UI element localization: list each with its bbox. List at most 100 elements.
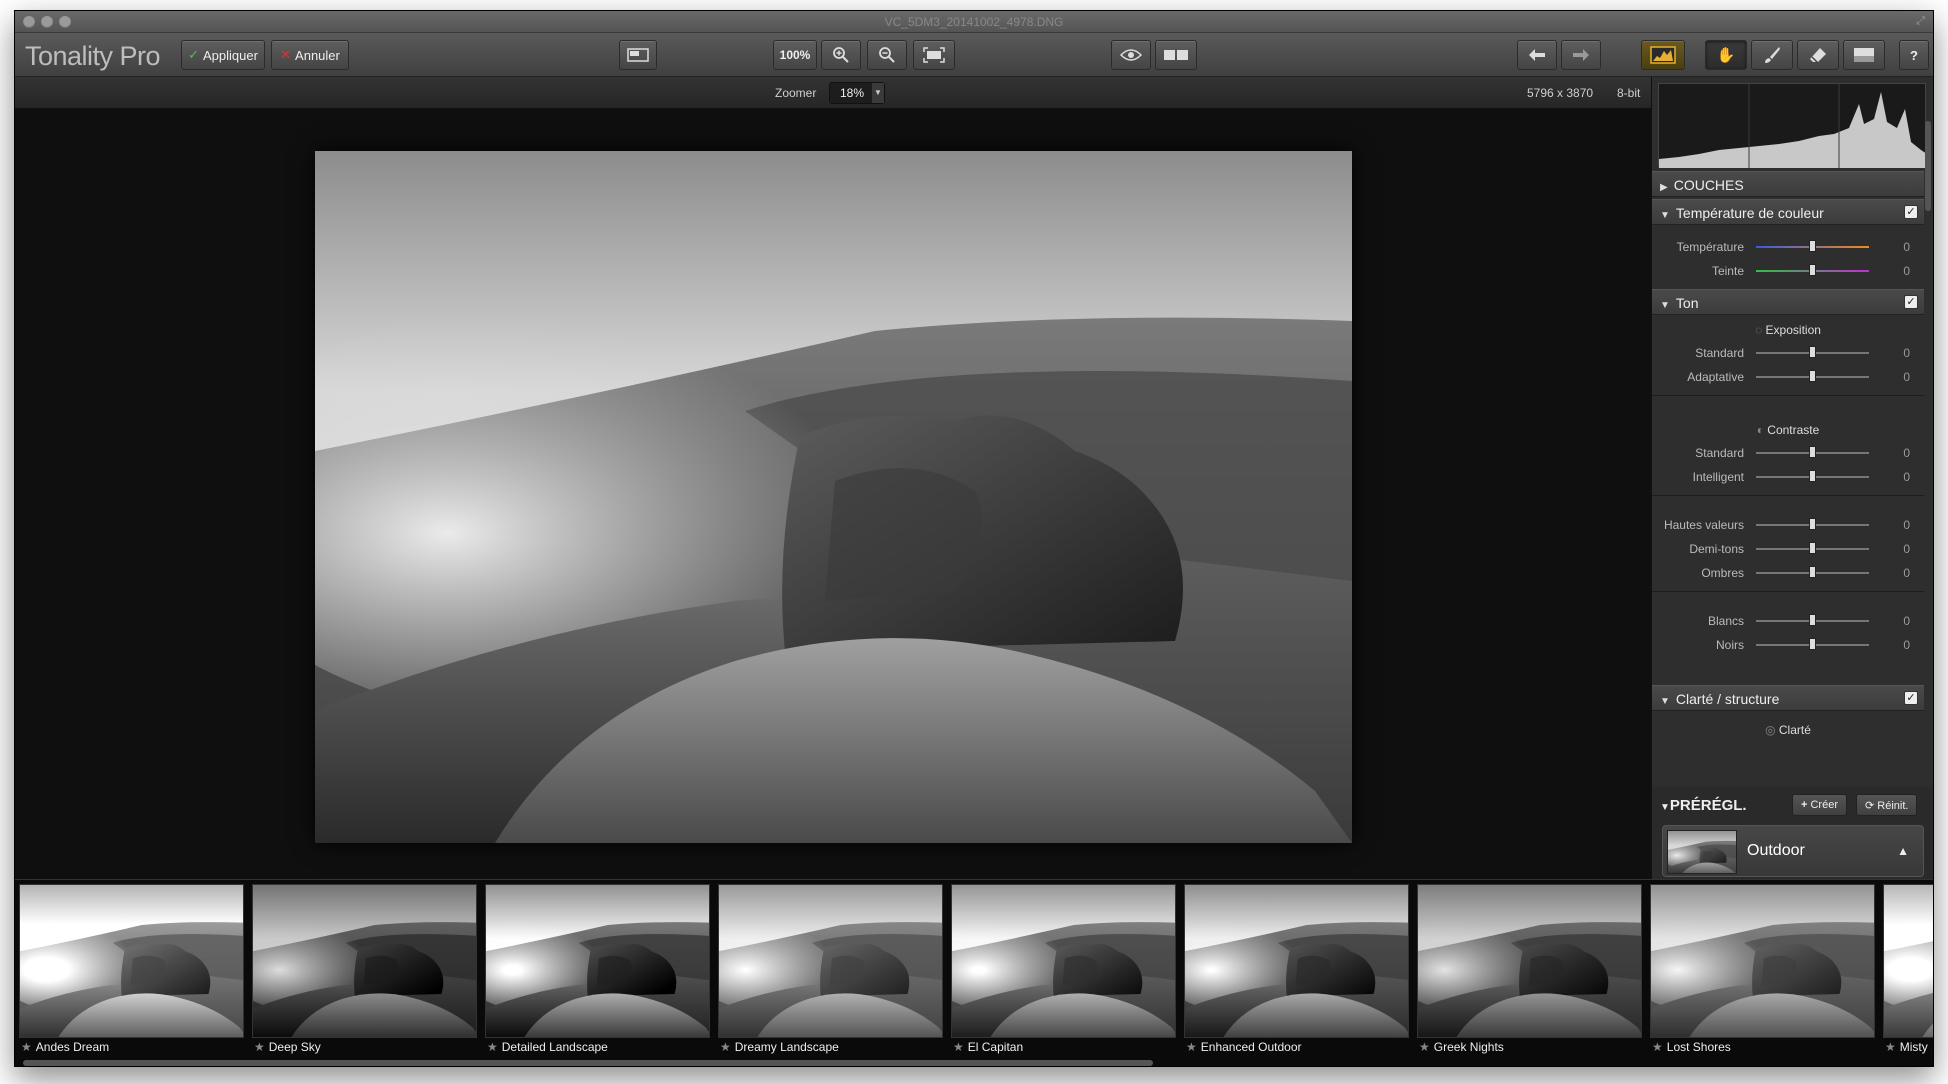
contrast-standard-slider[interactable]: Standard 0	[1652, 443, 1924, 463]
filmstrip-item[interactable]: ★ Greek Nights	[1415, 884, 1644, 1056]
tint-slider[interactable]: Teinte 0	[1652, 261, 1924, 281]
reset-preset-button[interactable]: ⟳ Réinit.	[1856, 794, 1918, 816]
zoom-select[interactable]: 18% ▼	[829, 82, 885, 104]
zoom-in-button[interactable]	[821, 40, 861, 70]
redo-button[interactable]	[1561, 40, 1601, 70]
fit-screen-icon	[923, 47, 945, 63]
slider-thumb[interactable]	[1809, 346, 1816, 358]
contrast-group-label: ◐ Contraste	[1652, 423, 1924, 437]
shadows-slider[interactable]: Ombres 0	[1652, 563, 1924, 583]
preset-name: Misty	[1899, 1040, 1928, 1054]
presets-title[interactable]: ▼PRÉRÉGL.	[1660, 797, 1747, 814]
temperature-slider[interactable]: Température 0	[1652, 237, 1924, 257]
preset-thumbnail	[718, 884, 943, 1038]
color-temp-section-header[interactable]: ▼ Température de couleur ✓	[1652, 199, 1924, 225]
fit-screen-button[interactable]	[913, 40, 955, 70]
filmstrip-item[interactable]: ★ Detailed Landscape	[483, 884, 712, 1056]
filmstrip-item[interactable]: ★ Lost Shores	[1648, 884, 1877, 1056]
filmstrip-item[interactable]: ★ Enhanced Outdoor	[1182, 884, 1411, 1056]
gradient-icon	[1854, 48, 1874, 62]
preset-name: Enhanced Outdoor	[1200, 1040, 1302, 1054]
preset-thumbnail	[485, 884, 710, 1038]
slider-thumb[interactable]	[1809, 614, 1816, 626]
app-window: VC_5DM3_20141002_4978.DNG ⤢ Tonality Pro…	[14, 10, 1934, 1067]
color-temp-checkbox[interactable]: ✓	[1904, 205, 1918, 219]
filmstrip-item[interactable]: ★ Deep Sky	[250, 884, 479, 1056]
zoom-label: Zoomer	[775, 86, 817, 100]
window-title: VC_5DM3_20141002_4978.DNG	[884, 15, 1064, 29]
whites-slider[interactable]: Blancs 0	[1652, 611, 1924, 631]
fullscreen-icon[interactable]: ⤢	[1916, 15, 1925, 28]
apply-button[interactable]: ✓ Appliquer	[181, 40, 265, 70]
preview-button[interactable]	[1111, 40, 1151, 70]
redo-arrow-icon	[1573, 49, 1589, 61]
help-button[interactable]: ?	[1899, 40, 1929, 70]
hand-tool-button[interactable]: ✋	[1705, 40, 1747, 70]
star-icon[interactable]: ★	[1186, 1040, 1197, 1054]
panel-scrollbar[interactable]	[1925, 121, 1931, 211]
clarity-group-label: ◎ Clarté	[1652, 723, 1924, 737]
zoom-out-button[interactable]	[867, 40, 907, 70]
contrast-intelligent-slider[interactable]: Intelligent 0	[1652, 467, 1924, 487]
triangle-down-icon: ▼	[1660, 696, 1670, 707]
temperature-thumb[interactable]	[1809, 240, 1816, 252]
midtones-slider[interactable]: Demi-tons 0	[1652, 539, 1924, 559]
star-icon[interactable]: ★	[1885, 1040, 1896, 1054]
zoom-100-button[interactable]: 100%	[773, 40, 817, 70]
slider-thumb[interactable]	[1809, 470, 1816, 482]
image-canvas[interactable]	[15, 109, 1651, 879]
brush-tool-button[interactable]	[1751, 40, 1793, 70]
slider-thumb[interactable]	[1809, 638, 1816, 650]
preset-name: El Capitan	[967, 1040, 1024, 1054]
slider-thumb[interactable]	[1809, 370, 1816, 382]
star-icon[interactable]: ★	[1419, 1040, 1430, 1054]
clarity-checkbox[interactable]: ✓	[1904, 691, 1918, 705]
slider-label: Adaptative	[1687, 370, 1744, 384]
slider-thumb[interactable]	[1809, 446, 1816, 458]
filmstrip-item[interactable]: ★ El Capitan	[949, 884, 1178, 1056]
layout-toggle-button[interactable]	[619, 40, 657, 70]
highlights-slider[interactable]: Hautes valeurs 0	[1652, 515, 1924, 535]
cancel-button[interactable]: ✕ Annuler	[271, 40, 349, 70]
toolbar: Tonality Pro ✓ Appliquer ✕ Annuler 100%	[15, 33, 1933, 77]
exposure-standard-slider[interactable]: Standard 0	[1652, 343, 1924, 363]
layers-section-header[interactable]: ▶ COUCHES	[1652, 171, 1924, 197]
filmstrip-scrollbar[interactable]	[23, 1060, 1153, 1066]
eraser-tool-button[interactable]	[1797, 40, 1839, 70]
eraser-icon	[1810, 48, 1826, 64]
histogram-toggle-button[interactable]	[1641, 40, 1685, 70]
star-icon[interactable]: ★	[1652, 1040, 1663, 1054]
filmstrip-item[interactable]: ★ Dreamy Landscape	[716, 884, 945, 1056]
contrast-label: Contraste	[1767, 423, 1820, 437]
undo-button[interactable]	[1517, 40, 1557, 70]
tint-value: 0	[1903, 264, 1910, 278]
star-icon[interactable]: ★	[21, 1040, 32, 1054]
clarity-section-header[interactable]: ▼ Clarté / structure ✓	[1652, 685, 1924, 711]
slider-thumb[interactable]	[1809, 518, 1816, 530]
selected-preset[interactable]: Outdoor ▲	[1662, 825, 1924, 877]
star-icon[interactable]: ★	[254, 1040, 265, 1054]
preset-thumbnail	[252, 884, 477, 1038]
bit-depth: 8-bit	[1617, 86, 1641, 100]
color-temp-title: Température de couleur	[1675, 205, 1824, 221]
chevron-down-icon: ▼	[872, 83, 884, 103]
filmstrip-item[interactable]: ★ Andes Dream	[17, 884, 246, 1056]
star-icon[interactable]: ★	[720, 1040, 731, 1054]
star-icon[interactable]: ★	[953, 1040, 964, 1054]
tone-section-header[interactable]: ▼ Ton ✓	[1652, 289, 1924, 315]
star-icon[interactable]: ★	[487, 1040, 498, 1054]
tint-thumb[interactable]	[1809, 264, 1816, 276]
clarity-label: Clarté	[1778, 723, 1811, 737]
tone-checkbox[interactable]: ✓	[1904, 295, 1918, 309]
blacks-slider[interactable]: Noirs 0	[1652, 635, 1924, 655]
create-preset-button[interactable]: + Créer	[1792, 794, 1847, 816]
filmstrip-item[interactable]: ★ Misty	[1881, 884, 1933, 1056]
slider-value: 0	[1903, 470, 1910, 484]
histogram	[1658, 83, 1927, 168]
exposure-adaptive-slider[interactable]: Adaptative 0	[1652, 367, 1924, 387]
slider-thumb[interactable]	[1809, 542, 1816, 554]
gradient-tool-button[interactable]	[1843, 40, 1885, 70]
compare-button[interactable]	[1155, 40, 1197, 70]
adjustments-panel: ▶ COUCHES ▼ Température de couleur ✓ Tempé…	[1651, 77, 1933, 887]
slider-thumb[interactable]	[1809, 566, 1816, 578]
